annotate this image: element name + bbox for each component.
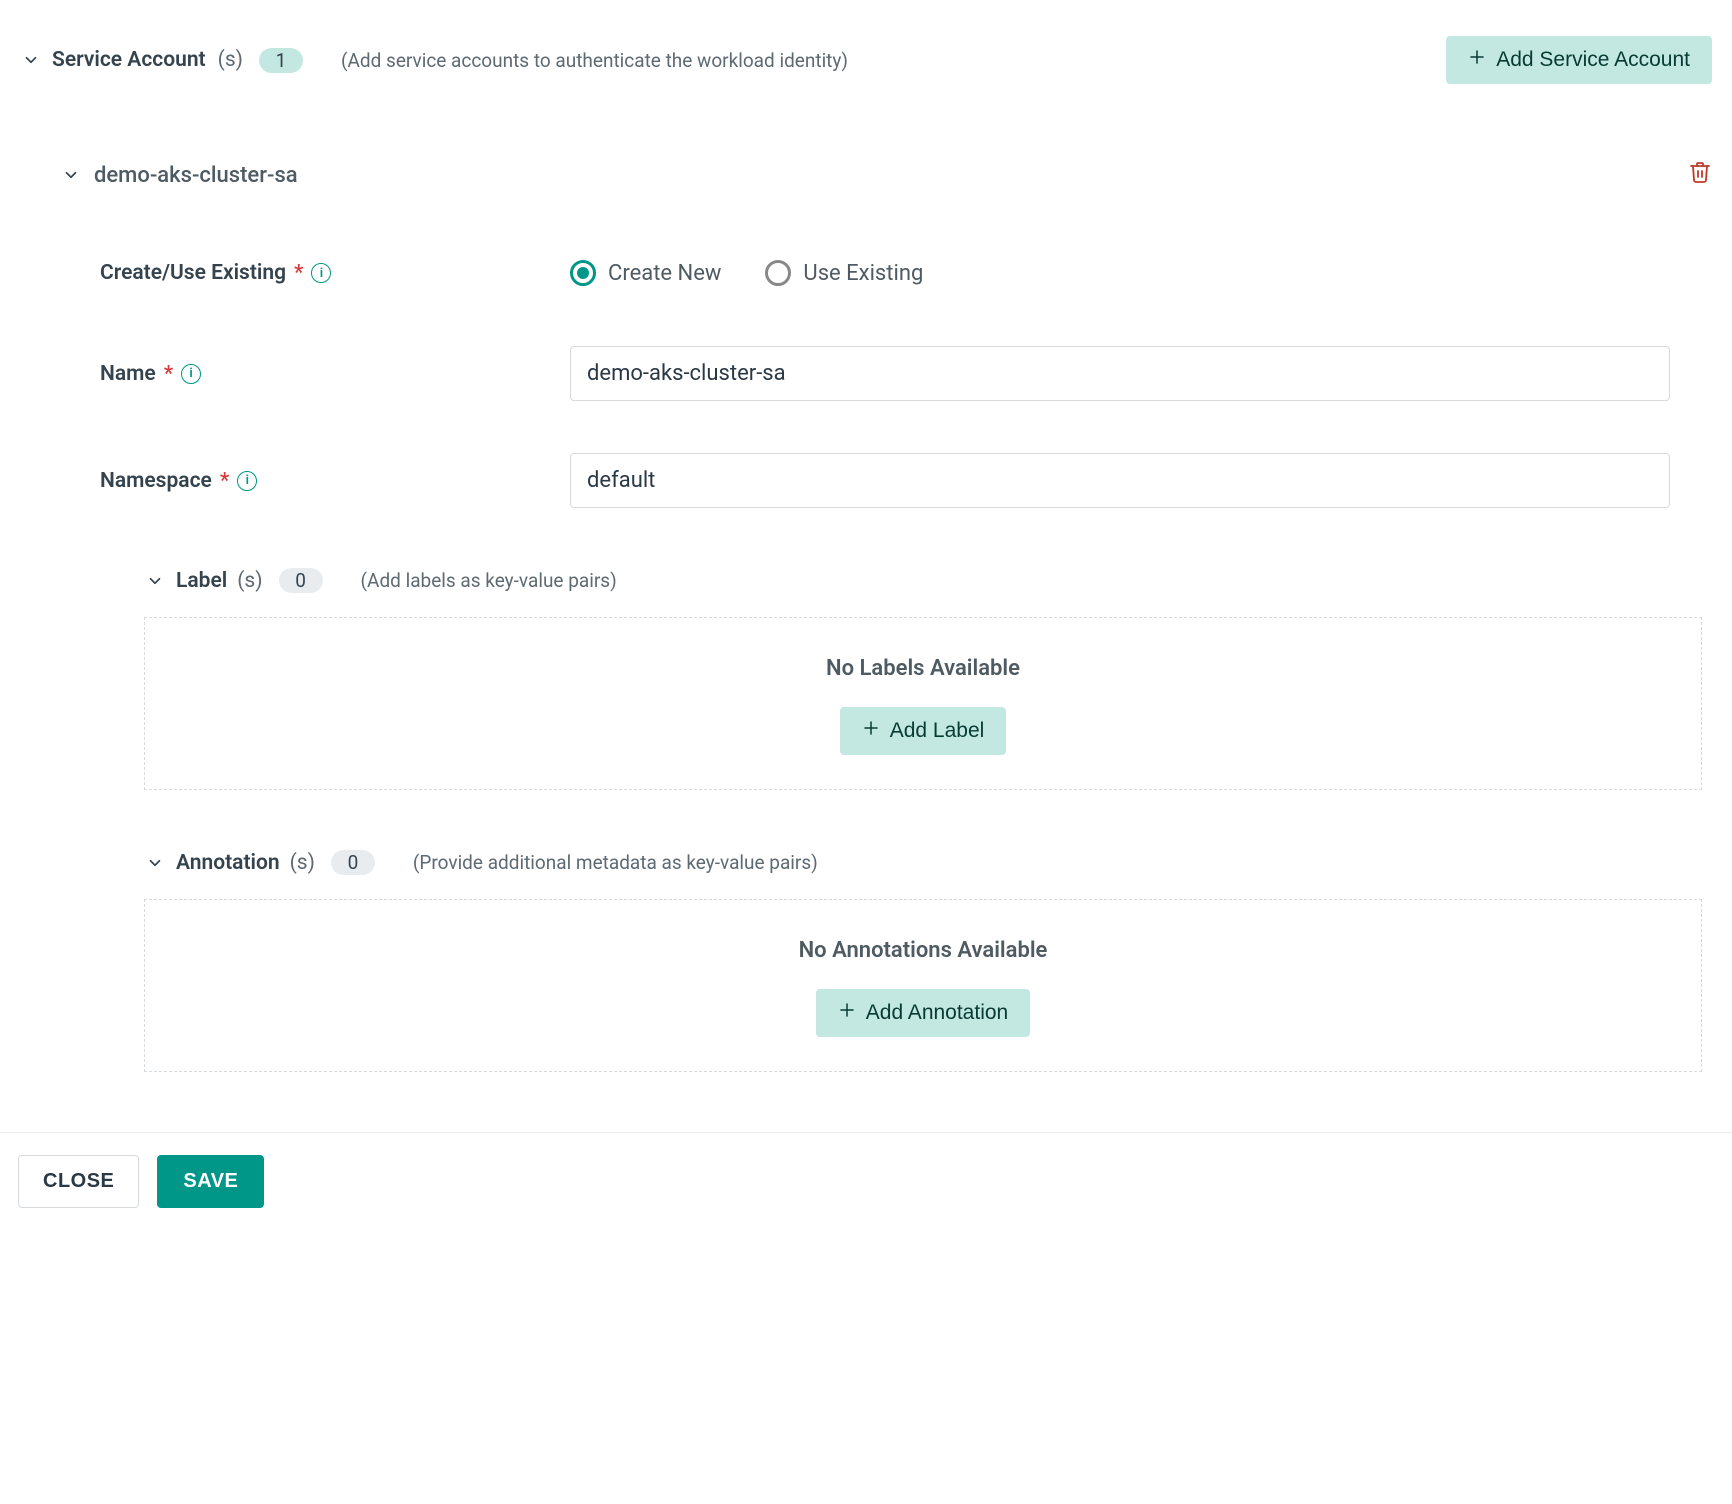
- namespace-input[interactable]: [570, 453, 1670, 508]
- service-account-suffix: (s): [218, 48, 243, 72]
- service-account-count-badge: 1: [259, 48, 303, 73]
- service-account-hint: (Add service accounts to authenticate th…: [341, 49, 848, 72]
- namespace-label: Namespace: [100, 469, 212, 493]
- annotations-empty-msg: No Annotations Available: [799, 938, 1048, 963]
- labels-box: No Labels Available Add Label: [144, 617, 1702, 790]
- required-mark: *: [220, 469, 229, 493]
- labels-header: Label (s) 0 (Add labels as key-value pai…: [144, 568, 1702, 593]
- service-account-header: Service Account (s) 1 (Add service accou…: [20, 30, 1712, 90]
- use-existing-radio[interactable]: Use Existing: [765, 260, 923, 286]
- annotations-box: No Annotations Available Add Annotation: [144, 899, 1702, 1072]
- footer: CLOSE SAVE: [0, 1132, 1732, 1230]
- labels-title: Label: [176, 569, 227, 593]
- service-account-item-header: demo-aks-cluster-sa: [60, 160, 1712, 190]
- save-button[interactable]: SAVE: [157, 1155, 264, 1208]
- add-service-account-label: Add Service Account: [1496, 48, 1690, 72]
- add-annotation-text: Add Annotation: [866, 1001, 1008, 1025]
- radio-dot-icon: [570, 260, 596, 286]
- add-label-button[interactable]: Add Label: [840, 707, 1007, 755]
- add-label-text: Add Label: [890, 719, 985, 743]
- namespace-row: Namespace * i: [100, 453, 1702, 508]
- annotations-hint: (Provide additional metadata as key-valu…: [413, 851, 818, 874]
- chevron-down-icon[interactable]: [60, 164, 82, 186]
- annotations-title: Annotation: [176, 851, 280, 875]
- labels-empty-msg: No Labels Available: [826, 656, 1020, 681]
- info-icon[interactable]: i: [181, 364, 201, 384]
- name-row: Name * i: [100, 346, 1702, 401]
- add-annotation-button[interactable]: Add Annotation: [816, 989, 1030, 1037]
- plus-icon: [1468, 48, 1486, 72]
- chevron-down-icon[interactable]: [144, 570, 166, 592]
- create-use-existing-label: Create/Use Existing: [100, 261, 286, 285]
- add-service-account-button[interactable]: Add Service Account: [1446, 36, 1712, 84]
- create-new-radio-label: Create New: [608, 261, 721, 286]
- trash-icon: [1688, 160, 1712, 190]
- labels-count-badge: 0: [279, 568, 323, 593]
- use-existing-radio-label: Use Existing: [803, 261, 923, 286]
- radio-dot-icon: [765, 260, 791, 286]
- service-account-item-name: demo-aks-cluster-sa: [94, 163, 298, 188]
- annotations-header: Annotation (s) 0 (Provide additional met…: [144, 850, 1702, 875]
- annotations-suffix: (s): [290, 851, 315, 875]
- required-mark: *: [164, 362, 173, 386]
- info-icon[interactable]: i: [237, 471, 257, 491]
- service-account-title: Service Account: [52, 48, 206, 72]
- name-input[interactable]: [570, 346, 1670, 401]
- chevron-down-icon[interactable]: [20, 49, 42, 71]
- info-icon[interactable]: i: [311, 263, 331, 283]
- close-button[interactable]: CLOSE: [18, 1155, 139, 1208]
- create-use-existing-row: Create/Use Existing * i Create New Use Ex…: [100, 260, 1702, 286]
- plus-icon: [838, 1001, 856, 1025]
- chevron-down-icon[interactable]: [144, 852, 166, 874]
- required-mark: *: [294, 261, 303, 285]
- labels-suffix: (s): [237, 569, 262, 593]
- create-new-radio[interactable]: Create New: [570, 260, 721, 286]
- delete-service-account-button[interactable]: [1688, 160, 1712, 190]
- plus-icon: [862, 719, 880, 743]
- annotations-count-badge: 0: [331, 850, 375, 875]
- name-label: Name: [100, 362, 156, 386]
- labels-hint: (Add labels as key-value pairs): [361, 569, 617, 592]
